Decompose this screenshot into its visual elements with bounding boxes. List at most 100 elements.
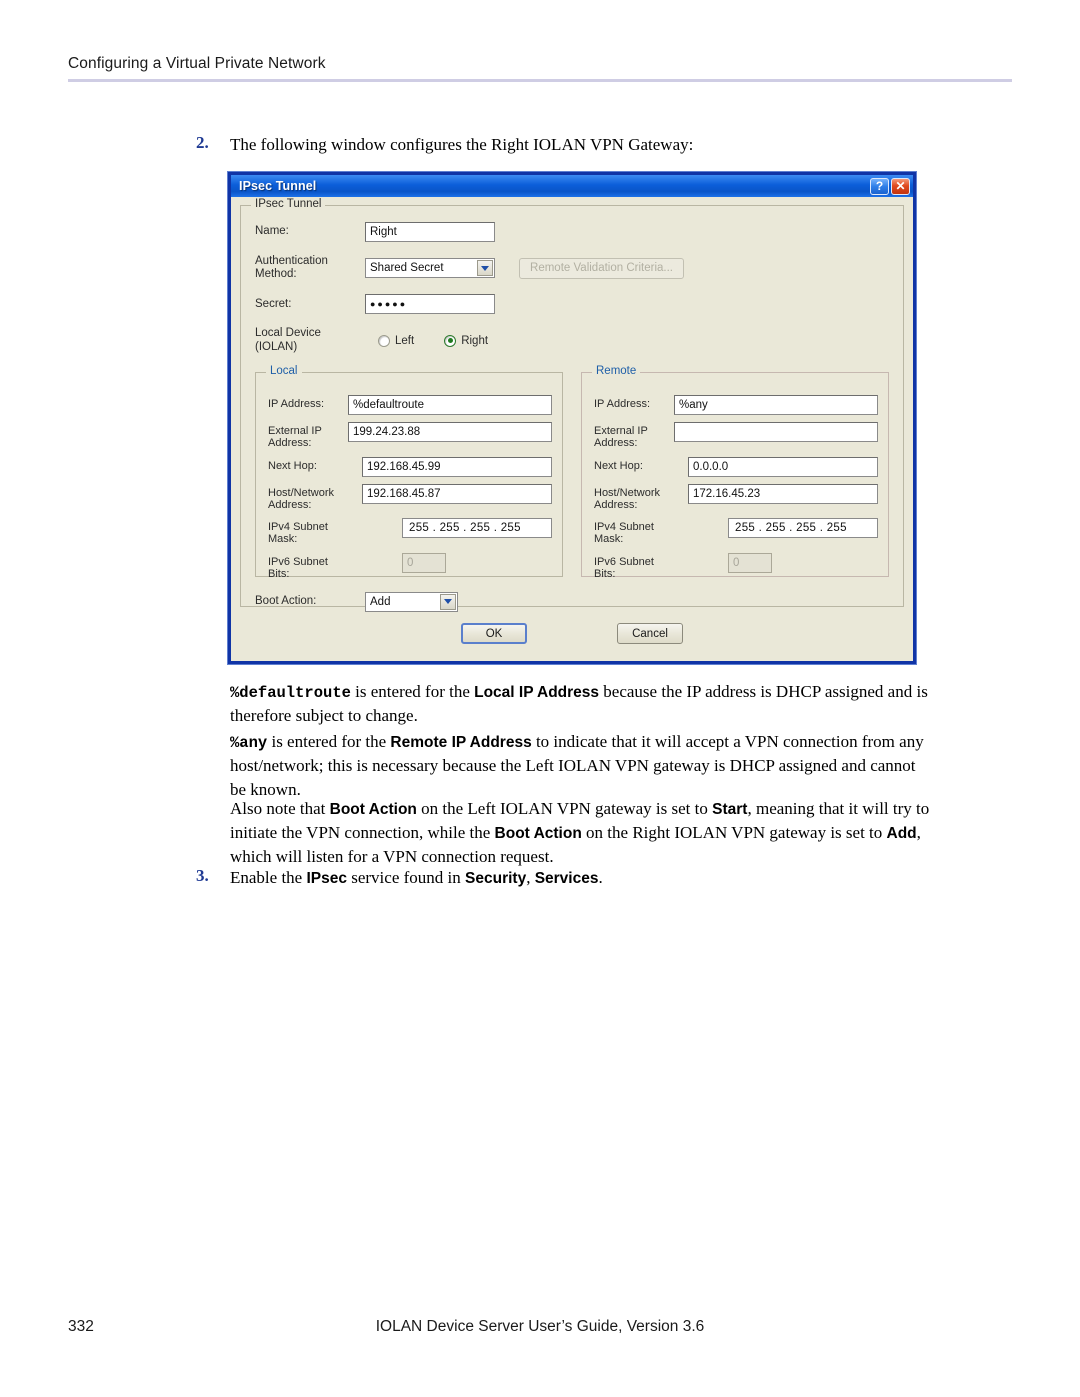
local-ipv4-mask-row: IPv4 Subnet Mask: 255 . 255 . 255 . 255: [268, 518, 552, 546]
local-next-hop-input[interactable]: 192.168.45.99: [362, 456, 552, 477]
name-row: Name: Right: [255, 222, 889, 242]
p2-bold-remote-ip: Remote IP Address: [390, 734, 532, 751]
dialog-button-row: OK Cancel: [240, 623, 904, 644]
local-device-label: Local Device (IOLAN): [255, 327, 321, 353]
step-text-3: Enable the IPsec service found in Securi…: [230, 866, 603, 890]
radio-right-dot: [444, 334, 457, 347]
local-ipv4-mask-label: IPv4 Subnet Mask:: [268, 521, 328, 546]
remote-ipv6-bits-row: IPv6 Subnet Bits: 0: [594, 552, 878, 581]
s3-prefix: Enable the: [230, 868, 307, 887]
page-header-title: Configuring a Virtual Private Network: [68, 55, 326, 72]
dialog-body: IPsec Tunnel Name: Right Authentication …: [231, 197, 913, 653]
s3-mid2: ,: [526, 868, 535, 887]
radio-left-dot: [378, 334, 390, 347]
remote-panel-legend: Remote: [592, 364, 641, 377]
auth-method-row: Authentication Method: Shared Secret Rem…: [255, 255, 889, 281]
help-icon[interactable]: ?: [870, 177, 889, 195]
remote-next-hop-input[interactable]: 0.0.0.0: [688, 456, 878, 477]
local-external-ip-row: External IP Address: 199.24.23.88: [268, 421, 552, 450]
cancel-button[interactable]: Cancel: [617, 623, 683, 644]
remote-external-ip-row: External IP Address:: [594, 421, 878, 450]
s3-bold-services: Services: [534, 870, 599, 887]
p3-bold-add: Add: [886, 825, 917, 843]
name-label: Name:: [255, 225, 289, 238]
remote-ip-address-row: IP Address: %any: [594, 394, 878, 415]
chevron-down-icon-boot[interactable]: [440, 593, 456, 610]
local-host-network-label: Host/Network Address:: [268, 486, 335, 511]
remote-ipv4-mask-row: IPv4 Subnet Mask: 255 . 255 . 255 . 255: [594, 518, 878, 546]
p1-text1: is entered for the: [350, 682, 475, 701]
p1-bold-local-ip: Local IP Address: [474, 684, 600, 701]
mono-defaultroute: %defaultroute: [230, 684, 351, 702]
auth-method-select[interactable]: Shared Secret: [365, 258, 495, 279]
remote-ip-address-label: IP Address:: [594, 397, 651, 410]
mono-any: %any: [230, 734, 268, 752]
dialog-titlebar[interactable]: IPsec Tunnel ? ✕: [231, 175, 913, 197]
remote-ip-address-input[interactable]: %any: [674, 394, 878, 415]
remote-host-network-label: Host/Network Address:: [594, 486, 661, 511]
local-next-hop-row: Next Hop: 192.168.45.99: [268, 456, 552, 477]
local-ipv6-bits-row: IPv6 Subnet Bits: 0: [268, 552, 552, 581]
s3-bold-ipsec: IPsec: [306, 870, 347, 887]
secret-row: Secret: ●●●●●: [255, 294, 889, 315]
boot-action-value: Add: [370, 595, 391, 608]
header-divider: [68, 79, 1012, 82]
step-text: The following window configures the Righ…: [230, 135, 694, 154]
p3-text2: on the Left IOLAN VPN gateway is set to: [416, 799, 713, 818]
radio-right-label: Right: [461, 334, 489, 347]
footer-guide-title: IOLAN Device Server User’s Guide, Versio…: [375, 1318, 705, 1335]
remote-host-network-input[interactable]: 172.16.45.23: [688, 483, 878, 504]
local-host-network-row: Host/Network Address: 192.168.45.87: [268, 483, 552, 512]
group-legend: IPsec Tunnel: [251, 198, 326, 210]
local-ipv4-mask-input[interactable]: 255 . 255 . 255 . 255: [402, 518, 552, 539]
step-number-3: 3.: [196, 866, 209, 885]
ok-button[interactable]: OK: [461, 623, 527, 644]
radio-right[interactable]: Right: [444, 334, 489, 347]
boot-action-select[interactable]: Add: [365, 591, 458, 612]
local-ipv6-bits-input: 0: [402, 552, 446, 573]
ipsec-tunnel-group: IPsec Tunnel Name: Right Authentication …: [240, 198, 904, 612]
remote-host-network-row: Host/Network Address: 172.16.45.23: [594, 483, 878, 512]
ipsec-tunnel-dialog: IPsec Tunnel ? ✕ IPsec Tunnel Name: Righ…: [228, 172, 916, 664]
dialog-title: IPsec Tunnel: [239, 179, 317, 193]
local-next-hop-label: Next Hop:: [268, 459, 317, 472]
address-panels: Local IP Address: %defaultroute External…: [255, 364, 889, 580]
name-input[interactable]: Right: [365, 222, 495, 242]
remote-ipv4-mask-label: IPv4 Subnet Mask:: [594, 521, 654, 546]
page-header: Configuring a Virtual Private Network: [68, 55, 1012, 82]
local-panel-legend: Local: [266, 364, 302, 377]
boot-action-label: Boot Action:: [255, 595, 317, 608]
close-icon[interactable]: ✕: [891, 177, 910, 195]
boot-action-row: Boot Action: Add: [255, 591, 889, 612]
local-ip-address-row: IP Address: %defaultroute: [268, 394, 552, 415]
secret-label: Secret:: [255, 297, 292, 310]
p3-bold-start: Start: [712, 801, 748, 818]
s3-suffix: .: [598, 868, 603, 887]
p3-bold-boot-action-2: Boot Action: [494, 825, 582, 843]
local-device-row: Local Device (IOLAN) Left Right: [255, 327, 889, 353]
s3-mid: service found in: [346, 868, 466, 887]
p3-text1: Also note that: [230, 799, 330, 818]
remote-ipv6-bits-label: IPv6 Subnet Bits:: [594, 555, 654, 581]
auth-method-value: Shared Secret: [370, 262, 444, 275]
remote-panel: Remote IP Address: %any External IP Addr…: [581, 364, 889, 580]
step-number: 2.: [196, 133, 209, 152]
local-external-ip-label: External IP Address:: [268, 424, 322, 450]
local-ipv6-bits-label: IPv6 Subnet Bits:: [268, 555, 328, 581]
radio-left[interactable]: Left: [378, 334, 415, 347]
remote-validation-criteria-button[interactable]: Remote Validation Criteria...: [519, 257, 684, 279]
radio-left-label: Left: [395, 334, 415, 347]
secret-input[interactable]: ●●●●●: [365, 294, 495, 315]
remote-next-hop-label: Next Hop:: [594, 459, 643, 472]
remote-ipv4-mask-input[interactable]: 255 . 255 . 255 . 255: [728, 518, 878, 539]
local-external-ip-input[interactable]: 199.24.23.88: [348, 421, 552, 442]
local-host-network-input[interactable]: 192.168.45.87: [362, 483, 552, 504]
chevron-down-icon[interactable]: [477, 260, 493, 277]
p3-text4: on the Right IOLAN VPN gateway is set to: [581, 823, 887, 843]
local-ip-address-input[interactable]: %defaultroute: [348, 394, 552, 415]
remote-external-ip-input[interactable]: [674, 421, 878, 442]
local-panel: Local IP Address: %defaultroute External…: [255, 364, 563, 580]
local-ip-address-label: IP Address:: [268, 397, 325, 410]
p3-bold-boot-action-1: Boot Action: [329, 801, 417, 818]
paragraph-any: %any is entered for the Remote IP Addres…: [230, 730, 930, 802]
